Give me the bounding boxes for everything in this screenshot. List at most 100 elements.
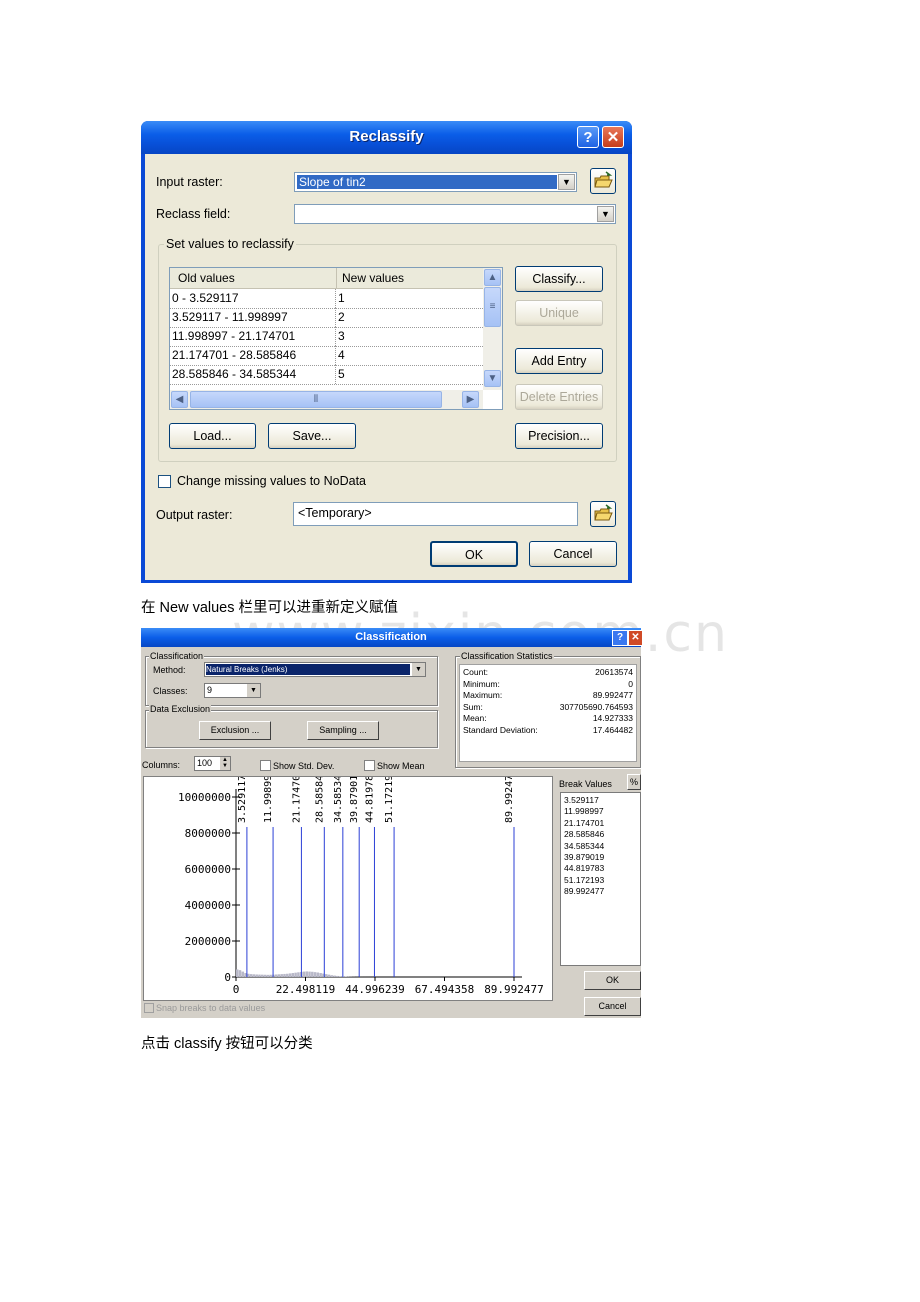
col-new-header[interactable]: New values	[342, 269, 404, 287]
reclassify-titlebar[interactable]: Reclassify ? ✕	[141, 121, 632, 154]
histogram-bar	[269, 974, 272, 977]
reclass-field-combo[interactable]: ▼	[294, 204, 616, 224]
load-button[interactable]: Load...	[169, 423, 256, 449]
y-tick-label: 6000000	[185, 863, 231, 876]
histogram-bar	[294, 972, 297, 977]
scroll-left-icon[interactable]: ◀	[171, 391, 188, 408]
open-folder-icon[interactable]	[590, 501, 616, 527]
break-label: 89.992477	[504, 777, 515, 823]
old-value-cell[interactable]: 11.998997 - 21.174701	[172, 327, 295, 345]
ok-button[interactable]: OK	[584, 971, 641, 990]
break-values-list[interactable]: 3.529117 11.998997 21.174701 28.585846 34.58…	[560, 792, 641, 966]
cancel-button[interactable]: Cancel	[584, 997, 641, 1016]
break-value-item[interactable]: 11.998997	[564, 806, 604, 816]
table-row[interactable]: 11.998997 - 21.174701 3	[170, 327, 483, 347]
vertical-scrollbar[interactable]: ▲ ≡ ▼	[483, 268, 502, 390]
old-value-cell[interactable]: 21.174701 - 28.585846	[172, 346, 296, 364]
table-row[interactable]: 3.529117 - 11.998997 2	[170, 308, 483, 328]
sampling-button[interactable]: Sampling ...	[307, 721, 379, 740]
precision-button[interactable]: Precision...	[515, 423, 603, 449]
show-mean-label: Show Mean	[377, 761, 425, 771]
table-row[interactable]: 21.174701 - 28.585846 4	[170, 346, 483, 366]
histogram-panel[interactable]: 0 2000000 4000000 6000000 8000000 10000000 0 22…	[143, 769, 553, 1001]
chevron-down-icon[interactable]: ▼	[558, 174, 575, 190]
help-button[interactable]: ?	[577, 126, 599, 148]
chevron-down-icon[interactable]: ▼	[412, 663, 425, 676]
break-value-item[interactable]: 28.585846	[564, 829, 604, 839]
old-value-cell[interactable]: 3.529117 - 11.998997	[172, 308, 288, 326]
reclassify-body: Input raster: Slope of tin2 ▼ Reclass fi…	[145, 154, 628, 580]
break-value-item[interactable]: 39.879019	[564, 852, 604, 862]
chevron-down-icon[interactable]: ▼	[597, 206, 614, 222]
open-folder-icon[interactable]	[590, 168, 616, 194]
break-value-item[interactable]: 44.819783	[564, 863, 604, 873]
break-value-item[interactable]: 51.172193	[564, 875, 604, 885]
break-label: 34.585344	[333, 777, 344, 823]
scroll-up-icon[interactable]: ▲	[484, 269, 501, 286]
histogram-bar	[263, 974, 267, 977]
exclusion-button[interactable]: Exclusion ...	[199, 721, 271, 740]
new-value-cell[interactable]: 2	[338, 308, 345, 326]
old-value-cell[interactable]: 28.585846 - 34.585344	[172, 365, 296, 383]
table-row[interactable]: 28.585846 - 34.585344 5	[170, 365, 483, 385]
set-values-group-label: Set values to reclassify	[164, 237, 296, 251]
classes-combo[interactable]: 9 ▼	[204, 683, 261, 698]
ok-button[interactable]: OK	[430, 541, 518, 567]
columns-spinner[interactable]: 100 ▲ ▼	[194, 756, 231, 771]
reclass-field-label: Reclass field:	[156, 207, 231, 221]
scroll-thumb[interactable]: ≡	[484, 287, 501, 327]
x-tick-label: 0	[233, 983, 240, 996]
histogram-chart[interactable]: 0 2000000 4000000 6000000 8000000 10000000 0 22…	[144, 769, 552, 1000]
add-entry-button[interactable]: Add Entry	[515, 348, 603, 374]
stat-label: Maximum:	[463, 690, 503, 700]
input-raster-combo[interactable]: Slope of tin2 ▼	[294, 172, 577, 192]
close-button[interactable]: ✕	[602, 126, 624, 148]
classify-button[interactable]: Classify...	[515, 266, 603, 292]
show-mean-checkbox[interactable]	[364, 760, 375, 771]
save-button[interactable]: Save...	[268, 423, 356, 449]
histogram-bar	[277, 974, 281, 977]
y-tick-label: 4000000	[185, 899, 231, 912]
x-tick-label: 89.992477	[484, 983, 544, 996]
chevron-down-icon[interactable]: ▼	[247, 684, 260, 697]
new-value-cell[interactable]: 4	[338, 346, 345, 364]
histogram-bar	[330, 975, 333, 977]
help-button[interactable]: ?	[612, 630, 628, 646]
histogram-bar	[297, 972, 300, 977]
break-value-item[interactable]: 3.529117	[564, 795, 599, 805]
snap-checkbox[interactable]	[144, 1003, 154, 1013]
histogram-bar	[236, 969, 239, 977]
new-value-cell[interactable]: 1	[338, 289, 345, 307]
percent-button[interactable]: %	[627, 774, 641, 790]
classification-titlebar[interactable]: Classification ? ✕	[141, 628, 643, 647]
new-value-cell[interactable]: 3	[338, 327, 345, 345]
reclass-table[interactable]: Old values New values 0 - 3.529117 1 3.529…	[169, 267, 503, 410]
y-tick-label: 0	[224, 971, 231, 984]
cancel-button[interactable]: Cancel	[529, 541, 617, 567]
break-value-item[interactable]: 89.992477	[564, 886, 604, 896]
show-std-checkbox[interactable]	[260, 760, 271, 771]
break-value-item[interactable]: 34.585344	[564, 841, 604, 851]
scroll-down-icon[interactable]: ▼	[484, 370, 501, 387]
histogram-bar	[311, 971, 314, 977]
spinner-arrows-icon[interactable]: ▲ ▼	[220, 757, 230, 770]
stat-value: 0	[628, 678, 633, 689]
delete-entries-button[interactable]: Delete Entries	[515, 384, 603, 410]
break-value-item[interactable]: 21.174701	[564, 818, 604, 828]
new-value-cell[interactable]: 5	[338, 365, 345, 383]
histogram-bar	[258, 974, 261, 977]
histogram-bar	[288, 973, 292, 977]
missing-values-checkbox[interactable]	[158, 475, 171, 488]
col-old-header[interactable]: Old values	[178, 269, 235, 287]
output-raster-field[interactable]: <Temporary>	[293, 502, 578, 526]
old-value-cell[interactable]: 0 - 3.529117	[172, 289, 239, 307]
output-raster-label: Output raster:	[156, 508, 233, 522]
table-row[interactable]: 0 - 3.529117 1	[170, 289, 483, 309]
hscroll-thumb[interactable]: ⦀	[190, 391, 442, 408]
unique-button[interactable]: Unique	[515, 300, 603, 326]
scroll-right-icon[interactable]: ▶	[462, 391, 479, 408]
horizontal-scrollbar[interactable]: ◀ ⦀ ▶	[170, 390, 483, 409]
method-combo[interactable]: Natural Breaks (Jenks) ▼	[204, 662, 426, 677]
close-button[interactable]: ✕	[628, 630, 643, 646]
histogram-bar	[291, 973, 295, 977]
